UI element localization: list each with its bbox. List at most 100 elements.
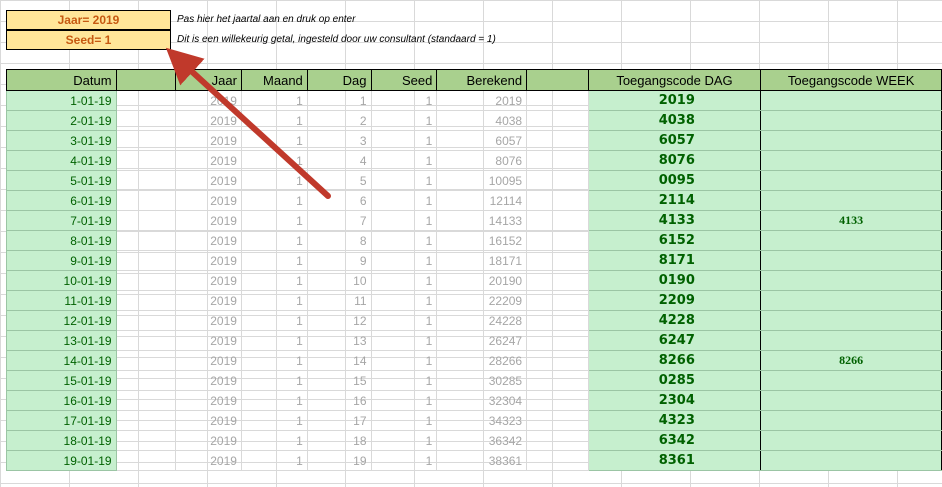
cell-berekend[interactable]: 32304: [436, 390, 528, 411]
cell-dag[interactable]: 13: [307, 330, 372, 351]
cell-toegangscode-week[interactable]: [760, 450, 942, 471]
cell-dag[interactable]: 12: [307, 310, 372, 331]
cell-datum[interactable]: 12-01-19: [6, 310, 117, 331]
cell-dag[interactable]: 6: [307, 190, 372, 211]
cell-berekend[interactable]: 10095: [436, 170, 528, 191]
cell-empty[interactable]: [116, 390, 177, 411]
cell-dag[interactable]: 5: [307, 170, 372, 191]
cell-empty-2[interactable]: [526, 430, 589, 451]
header-spacer-2[interactable]: [526, 69, 589, 91]
cell-seed[interactable]: 1: [371, 450, 438, 471]
cell-empty[interactable]: [116, 230, 177, 251]
cell-toegangscode-dag[interactable]: 6057: [587, 130, 762, 151]
cell-datum[interactable]: 1-01-19: [6, 90, 117, 111]
cell-dag[interactable]: 8: [307, 230, 372, 251]
cell-berekend[interactable]: 34323: [436, 410, 528, 431]
cell-dag[interactable]: 9: [307, 250, 372, 271]
cell-berekend[interactable]: 6057: [436, 130, 528, 151]
cell-jaar[interactable]: 2019: [175, 450, 242, 471]
cell-empty[interactable]: [116, 450, 177, 471]
cell-seed[interactable]: 1: [371, 170, 438, 191]
cell-empty-2[interactable]: [526, 110, 589, 131]
cell-berekend[interactable]: 30285: [436, 370, 528, 391]
cell-toegangscode-week[interactable]: [760, 150, 942, 171]
header-jaar[interactable]: Jaar: [175, 69, 242, 91]
cell-datum[interactable]: 4-01-19: [6, 150, 117, 171]
cell-toegangscode-week[interactable]: [760, 310, 942, 331]
cell-maand[interactable]: 1: [241, 430, 308, 451]
cell-seed[interactable]: 1: [371, 130, 438, 151]
cell-toegangscode-week[interactable]: [760, 410, 942, 431]
cell-toegangscode-dag[interactable]: 0285: [587, 370, 762, 391]
cell-seed[interactable]: 1: [371, 210, 438, 231]
cell-berekend[interactable]: 24228: [436, 310, 528, 331]
cell-jaar[interactable]: 2019: [175, 410, 242, 431]
cell-maand[interactable]: 1: [241, 390, 308, 411]
cell-datum[interactable]: 5-01-19: [6, 170, 117, 191]
seed-parameter-cell[interactable]: Seed= 1: [6, 30, 171, 50]
cell-dag[interactable]: 17: [307, 410, 372, 431]
cell-toegangscode-dag[interactable]: 4038: [587, 110, 762, 131]
cell-jaar[interactable]: 2019: [175, 390, 242, 411]
cell-datum[interactable]: 19-01-19: [6, 450, 117, 471]
header-spacer[interactable]: [115, 69, 177, 91]
cell-seed[interactable]: 1: [371, 270, 438, 291]
cell-datum[interactable]: 11-01-19: [6, 290, 117, 311]
cell-dag[interactable]: 10: [307, 270, 372, 291]
cell-empty[interactable]: [116, 370, 177, 391]
cell-berekend[interactable]: 22209: [436, 290, 528, 311]
cell-empty-2[interactable]: [526, 90, 589, 111]
cell-datum[interactable]: 3-01-19: [6, 130, 117, 151]
cell-maand[interactable]: 1: [241, 150, 308, 171]
cell-empty-2[interactable]: [526, 230, 589, 251]
cell-jaar[interactable]: 2019: [175, 290, 242, 311]
cell-maand[interactable]: 1: [241, 170, 308, 191]
cell-berekend[interactable]: 12114: [436, 190, 528, 211]
cell-datum[interactable]: 7-01-19: [6, 210, 117, 231]
cell-seed[interactable]: 1: [371, 290, 438, 311]
header-datum[interactable]: Datum: [6, 69, 117, 91]
cell-empty-2[interactable]: [526, 290, 589, 311]
cell-seed[interactable]: 1: [371, 410, 438, 431]
cell-toegangscode-dag[interactable]: 6152: [587, 230, 762, 251]
cell-berekend[interactable]: 14133: [436, 210, 528, 231]
cell-seed[interactable]: 1: [371, 390, 438, 411]
cell-empty-2[interactable]: [526, 150, 589, 171]
cell-toegangscode-week[interactable]: [760, 230, 942, 251]
cell-seed[interactable]: 1: [371, 310, 438, 331]
cell-maand[interactable]: 1: [241, 230, 308, 251]
cell-toegangscode-week[interactable]: 8266: [760, 350, 942, 371]
cell-maand[interactable]: 1: [241, 350, 308, 371]
cell-berekend[interactable]: 36342: [436, 430, 528, 451]
cell-toegangscode-dag[interactable]: 4323: [587, 410, 762, 431]
cell-seed[interactable]: 1: [371, 350, 438, 371]
cell-seed[interactable]: 1: [371, 370, 438, 391]
cell-dag[interactable]: 19: [307, 450, 372, 471]
cell-seed[interactable]: 1: [371, 330, 438, 351]
cell-jaar[interactable]: 2019: [175, 330, 242, 351]
cell-toegangscode-week[interactable]: [760, 270, 942, 291]
cell-jaar[interactable]: 2019: [175, 90, 242, 111]
cell-dag[interactable]: 2: [307, 110, 372, 131]
cell-empty[interactable]: [116, 330, 177, 351]
cell-berekend[interactable]: 28266: [436, 350, 528, 371]
cell-toegangscode-week[interactable]: [760, 330, 942, 351]
cell-toegangscode-week[interactable]: [760, 250, 942, 271]
cell-empty-2[interactable]: [526, 250, 589, 271]
cell-toegangscode-dag[interactable]: 4133: [587, 210, 762, 231]
cell-seed[interactable]: 1: [371, 250, 438, 271]
cell-maand[interactable]: 1: [241, 130, 308, 151]
cell-berekend[interactable]: 18171: [436, 250, 528, 271]
cell-empty[interactable]: [116, 130, 177, 151]
cell-toegangscode-week[interactable]: [760, 370, 942, 391]
cell-maand[interactable]: 1: [241, 190, 308, 211]
cell-empty[interactable]: [116, 410, 177, 431]
cell-toegangscode-week[interactable]: [760, 90, 942, 111]
cell-toegangscode-dag[interactable]: 2209: [587, 290, 762, 311]
cell-toegangscode-dag[interactable]: 6342: [587, 430, 762, 451]
cell-seed[interactable]: 1: [371, 150, 438, 171]
cell-empty[interactable]: [116, 170, 177, 191]
header-seed[interactable]: Seed: [370, 69, 438, 91]
cell-toegangscode-dag[interactable]: 4228: [587, 310, 762, 331]
cell-toegangscode-week[interactable]: [760, 430, 942, 451]
